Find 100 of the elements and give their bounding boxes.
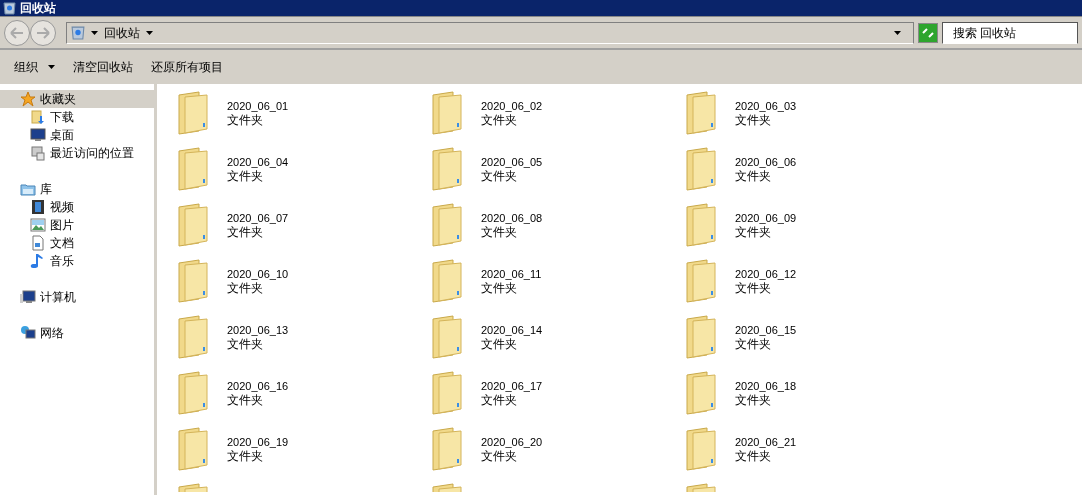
folder-icon [431, 147, 463, 191]
toolbar-button[interactable]: 清空回收站 [65, 54, 141, 80]
folder-type: 文件夹 [735, 169, 772, 183]
music-note-icon [30, 253, 46, 269]
folder-type: 文件夹 [227, 169, 264, 183]
folder-icon [177, 315, 209, 359]
refresh-button[interactable] [918, 22, 938, 43]
search-field[interactable]: 搜索 回收站 [942, 21, 1078, 44]
nav-label: 音乐 [50, 253, 74, 270]
folder-name[interactable]: 2020_06_10 [227, 267, 289, 281]
caret-icon[interactable] [894, 30, 901, 35]
nav-item[interactable]: 下载 [0, 108, 154, 126]
nav-label: 桌面 [50, 127, 74, 144]
folder-name[interactable]: 2020_06_15 [735, 323, 797, 337]
folder-name[interactable]: 2020_06_13 [227, 323, 289, 337]
folder-type: 文件夹 [735, 393, 772, 407]
folder-type: 文件夹 [227, 449, 264, 463]
folder-name[interactable]: 2020_06_09 [735, 211, 797, 225]
folder-type: 文件夹 [481, 337, 518, 351]
folder-type: 文件夹 [735, 337, 772, 351]
folder-icon [685, 315, 717, 359]
nav-item[interactable]: 计算机 [0, 288, 154, 306]
folder-type: 文件夹 [227, 113, 264, 127]
recycle-bin-icon [71, 25, 85, 40]
folder-name[interactable]: 2020_06_14 [481, 323, 543, 337]
folder-name[interactable]: 2020_06_07 [227, 211, 289, 225]
folder-name[interactable]: 2020_06_04 [227, 155, 289, 169]
folder-icon [431, 259, 463, 303]
star-icon [20, 91, 36, 107]
nav-label: 下载 [50, 109, 74, 126]
monitor-icon [30, 127, 46, 143]
folder-name[interactable]: 2020_06_08 [481, 211, 543, 225]
caret-icon[interactable] [91, 30, 98, 35]
folder-type: 文件夹 [735, 281, 772, 295]
folder-name[interactable]: 2020_06_02 [481, 99, 543, 113]
folder-type: 文件夹 [481, 281, 518, 295]
folder-type: 文件夹 [735, 113, 772, 127]
folder-icon [685, 259, 717, 303]
folder-type: 文件夹 [481, 393, 518, 407]
folder-type: 文件夹 [481, 113, 518, 127]
nav-label: 库 [40, 181, 52, 198]
folder-icon [431, 203, 463, 247]
right-arrow-icon [36, 26, 50, 39]
caret-icon[interactable] [146, 30, 153, 35]
folder-name[interactable]: 2020_06_12 [735, 267, 797, 281]
folder-type: 文件夹 [227, 281, 264, 295]
caret-icon [48, 65, 55, 69]
nav-item[interactable]: 最近访问的位置 [0, 144, 154, 162]
window-title: 回收站 [20, 2, 56, 14]
nav-item[interactable]: 视频 [0, 198, 154, 216]
nav-item[interactable]: 桌面 [0, 126, 154, 144]
folder-icon [685, 203, 717, 247]
folder-icon [685, 427, 717, 471]
computer-icon [20, 289, 36, 305]
nav-item[interactable]: 收藏夹 [0, 90, 154, 108]
folder-name[interactable]: 2020_06_18 [735, 379, 797, 393]
folder-icon [20, 181, 36, 197]
folder-name[interactable]: 2020_06_05 [481, 155, 543, 169]
folder-name[interactable]: 2020_06_06 [735, 155, 797, 169]
folder-name[interactable]: 2020_06_03 [735, 99, 797, 113]
folder-type: 文件夹 [481, 169, 518, 183]
nav-item[interactable]: 网络 [0, 324, 154, 342]
globe-monitor-icon [20, 325, 36, 341]
recycle-bin-icon [3, 1, 16, 15]
folder-icon [177, 259, 209, 303]
toolbar-button[interactable]: 组织 [6, 54, 63, 80]
folder-name[interactable]: 2020_06_16 [227, 379, 289, 393]
nav-item[interactable]: 库 [0, 180, 154, 198]
folder-icon [685, 147, 717, 191]
folder-type: 文件夹 [227, 337, 264, 351]
nav-item[interactable]: 音乐 [0, 252, 154, 270]
nav-label: 文档 [50, 235, 74, 252]
folder-icon [431, 483, 463, 492]
folder-icon [177, 91, 209, 135]
address-bar[interactable]: 回收站 [66, 21, 914, 44]
folder-icon [431, 371, 463, 415]
folder-name[interactable]: 2020_06_01 [227, 99, 289, 113]
folder-icon [431, 427, 463, 471]
folder-name[interactable]: 2020_06_21 [735, 435, 797, 449]
nav-item[interactable]: 图片 [0, 216, 154, 234]
folder-icon [685, 483, 717, 492]
folder-type: 文件夹 [481, 225, 518, 239]
nav-label: 图片 [50, 217, 74, 234]
folder-name[interactable]: 2020_06_19 [227, 435, 289, 449]
folder-icon [177, 483, 209, 492]
address-text[interactable]: 回收站 [104, 23, 140, 42]
folder-icon [177, 371, 209, 415]
folder-type: 文件夹 [481, 449, 518, 463]
folder-icon [431, 315, 463, 359]
nav-label: 收藏夹 [40, 91, 76, 108]
image-icon [30, 217, 46, 233]
folder-name[interactable]: 2020_06_17 [481, 379, 543, 393]
folder-arrow-icon [30, 109, 46, 125]
folder-name[interactable]: 2020_06_11 [481, 267, 542, 281]
folder-name[interactable]: 2020_06_20 [481, 435, 543, 449]
folder-icon [685, 371, 717, 415]
folder-type: 文件夹 [735, 449, 772, 463]
folder-type: 文件夹 [227, 393, 264, 407]
toolbar-button[interactable]: 还原所有项目 [143, 54, 231, 80]
nav-item[interactable]: 文档 [0, 234, 154, 252]
